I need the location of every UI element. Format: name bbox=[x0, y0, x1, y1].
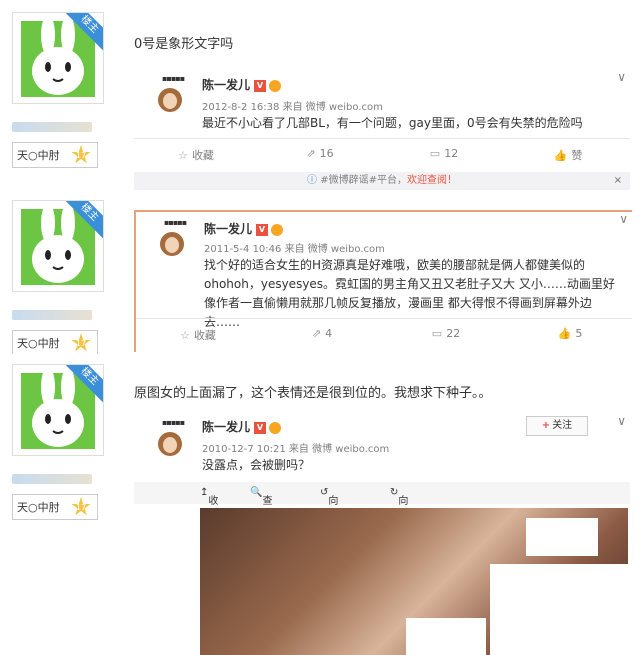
rumor-tip-bar: ⓘ #微博辟谣#平台，欢迎查阅！ × bbox=[134, 172, 630, 190]
badge-username: 天○中肘 bbox=[17, 337, 60, 350]
rotate-left-button[interactable]: ↺ 向左旋转 bbox=[320, 487, 338, 552]
vip-icon bbox=[269, 79, 282, 92]
tip-link[interactable]: 欢迎查阅！ bbox=[407, 175, 457, 186]
thumbs-up-icon: 👍 bbox=[557, 327, 572, 340]
follow-button[interactable]: + 关注 bbox=[526, 416, 588, 436]
weibo-card: ▪▪▪▪▪ 陈一发儿 V + 关注 ∨ 2010-12-7 10:21 来自 微博 … bbox=[134, 406, 630, 655]
blurred-username bbox=[12, 474, 92, 484]
view-large-button[interactable]: 🔍 查看大图 bbox=[250, 487, 272, 552]
chevron-down-icon[interactable]: ∨ bbox=[619, 212, 628, 226]
comment-icon: ▭ bbox=[431, 327, 443, 340]
dots-icon: ▪▪▪▪▪ bbox=[164, 218, 187, 227]
avatar[interactable]: 楼主 bbox=[12, 200, 104, 292]
avatar[interactable]: 楼主 bbox=[12, 12, 104, 104]
comment-button[interactable]: ▭ 22 bbox=[384, 327, 508, 340]
star-icon: ☆ bbox=[180, 329, 190, 342]
reply-panel-2: 楼主 天○中肘 17 ▪▪▪▪▪ 陈一发儿 V ∨ 2011-5-4 10:46 … bbox=[0, 196, 640, 354]
blurred-username bbox=[12, 310, 92, 320]
reply-panel-3: 楼主 天○中肘 17 原图女的上面漏了，这个表情还是很到位的。我想求下种子。。 … bbox=[0, 358, 640, 655]
rotate-right-button[interactable]: ↻ 向右旋转 bbox=[390, 487, 408, 552]
verified-icon: V bbox=[254, 421, 267, 434]
user-box: 楼主 天○中肘 17 bbox=[12, 200, 104, 354]
repost-button[interactable]: ⇗ 16 bbox=[258, 147, 382, 160]
author-name[interactable]: 陈一发儿 V bbox=[202, 418, 282, 435]
plus-icon: + bbox=[541, 420, 551, 431]
vip-icon bbox=[271, 223, 284, 236]
avatar[interactable]: 楼主 bbox=[12, 364, 104, 456]
reply-text: 原图女的上面漏了，这个表情还是很到位的。我想求下种子。。 bbox=[134, 386, 492, 401]
author-name[interactable]: 陈一发儿 V bbox=[202, 76, 282, 93]
dots-icon: ▪▪▪▪▪ bbox=[162, 418, 185, 427]
level-star-icon: 17 bbox=[71, 145, 91, 164]
close-icon[interactable]: × bbox=[614, 172, 622, 190]
comment-icon: ▭ bbox=[429, 147, 441, 160]
censor-box bbox=[526, 518, 598, 556]
like-button[interactable]: 👍 5 bbox=[508, 327, 632, 340]
verified-icon: V bbox=[254, 79, 267, 92]
verified-icon: V bbox=[256, 223, 269, 236]
post-meta: 2012-8-2 16:38 来自 微博 weibo.com bbox=[202, 102, 383, 113]
vip-icon bbox=[269, 421, 282, 434]
badge-username: 天○中肘 bbox=[17, 501, 60, 514]
level-star-icon: 17 bbox=[71, 497, 91, 516]
blurred-username bbox=[12, 122, 92, 132]
image-toolbar: ↥ 收起 🔍 查看大图 ↺ 向左旋转 ↻ 向右旋转 bbox=[134, 482, 630, 552]
post-text: 没露点，会被删吗？ bbox=[202, 458, 311, 472]
user-box: 楼主 天○中肘 17 bbox=[12, 364, 104, 520]
dots-icon: ▪▪▪▪▪ bbox=[162, 74, 185, 83]
user-box: 楼主 天○中肘 17 bbox=[12, 12, 104, 168]
post-meta: 2011-5-4 10:46 来自 微博 weibo.com bbox=[204, 244, 385, 255]
author-name[interactable]: 陈一发儿 V bbox=[204, 220, 284, 237]
repost-button[interactable]: ⇗ 4 bbox=[260, 327, 384, 340]
author-avatar[interactable] bbox=[158, 88, 182, 112]
weibo-card: ▪▪▪▪▪ 陈一发儿 V ∨ 2012-8-2 16:38 来自 微博 weibo… bbox=[134, 62, 630, 192]
action-bar: ☆ 收藏 ⇗ 16 ▭ 12 👍 赞 bbox=[134, 138, 630, 169]
reply-panel-1: 楼主 天○中肘 17 0号是象形文字吗 ▪▪▪▪▪ 陈一发儿 V ∨ 2012-8… bbox=[0, 0, 640, 196]
author-avatar[interactable] bbox=[160, 232, 184, 256]
post-text: 最近不小心看了几部BL，有一个问题，gay里面，0号会有失禁的危险吗 bbox=[202, 116, 583, 130]
post-meta: 2010-12-7 10:21 来自 微博 weibo.com bbox=[202, 444, 390, 455]
user-badge[interactable]: 天○中肘 17 bbox=[12, 330, 98, 354]
info-icon: ⓘ bbox=[307, 175, 318, 186]
repost-icon: ⇗ bbox=[311, 327, 322, 340]
level-star-icon: 17 bbox=[71, 333, 91, 352]
weibo-card: ▪▪▪▪▪ 陈一发儿 V ∨ 2011-5-4 10:46 来自 微博 weibo… bbox=[134, 210, 632, 352]
action-bar: ☆ 收藏 ⇗ 4 ▭ 22 👍 5 bbox=[136, 318, 632, 349]
chevron-down-icon[interactable]: ∨ bbox=[617, 70, 626, 84]
comment-button[interactable]: ▭ 12 bbox=[382, 147, 506, 160]
collapse-button[interactable]: ↥ 收起 bbox=[200, 487, 218, 522]
favorite-button[interactable]: ☆ 收藏 bbox=[134, 147, 258, 163]
censor-box bbox=[406, 618, 486, 655]
post-image[interactable] bbox=[200, 508, 628, 655]
reply-text: 0号是象形文字吗 bbox=[134, 37, 234, 52]
censor-box bbox=[490, 564, 628, 655]
user-badge[interactable]: 天○中肘 17 bbox=[12, 494, 98, 520]
repost-icon: ⇗ bbox=[306, 147, 316, 160]
badge-username: 天○中肘 bbox=[17, 149, 60, 162]
favorite-button[interactable]: ☆ 收藏 bbox=[136, 327, 260, 343]
user-badge[interactable]: 天○中肘 17 bbox=[12, 142, 98, 168]
author-avatar[interactable] bbox=[158, 432, 182, 456]
thumbs-up-icon: 👍 bbox=[553, 149, 568, 162]
like-button[interactable]: 👍 赞 bbox=[506, 147, 630, 163]
chevron-down-icon[interactable]: ∨ bbox=[617, 414, 626, 428]
star-icon: ☆ bbox=[178, 149, 188, 162]
